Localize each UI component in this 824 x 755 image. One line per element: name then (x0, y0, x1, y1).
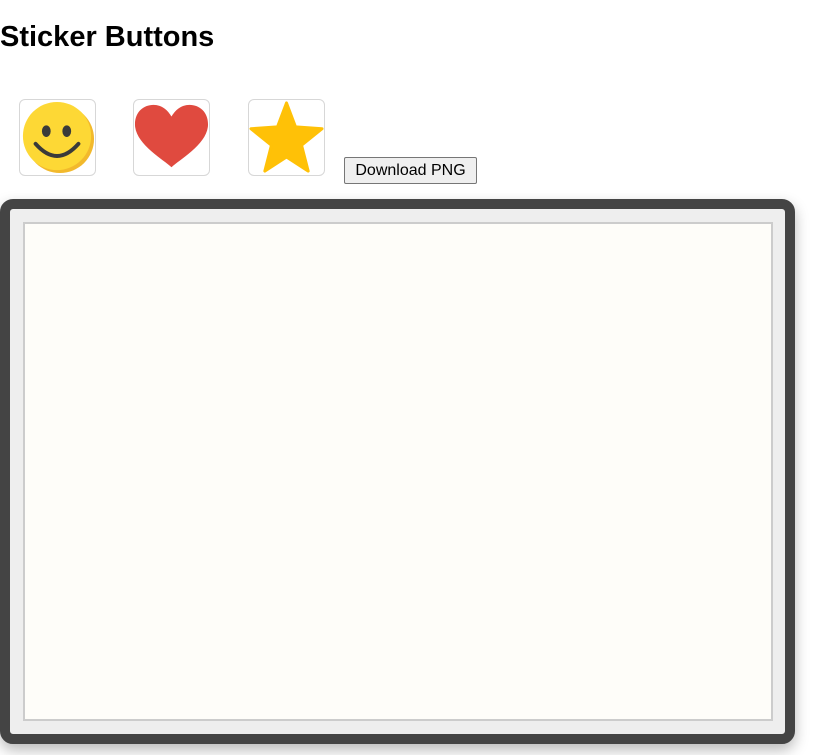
smiley-face-icon (22, 101, 95, 174)
canvas-frame (0, 199, 795, 744)
heart-sticker-button[interactable] (133, 99, 210, 176)
page-title: Sticker Buttons (0, 21, 215, 53)
page: Sticker Buttons Download PNG (0, 0, 824, 755)
star-icon (249, 101, 324, 173)
heart-icon (134, 104, 209, 168)
smiley-sticker-button[interactable] (19, 99, 96, 176)
star-sticker-button[interactable] (248, 99, 325, 176)
download-png-button[interactable]: Download PNG (344, 157, 477, 184)
drawing-canvas[interactable] (23, 222, 773, 721)
